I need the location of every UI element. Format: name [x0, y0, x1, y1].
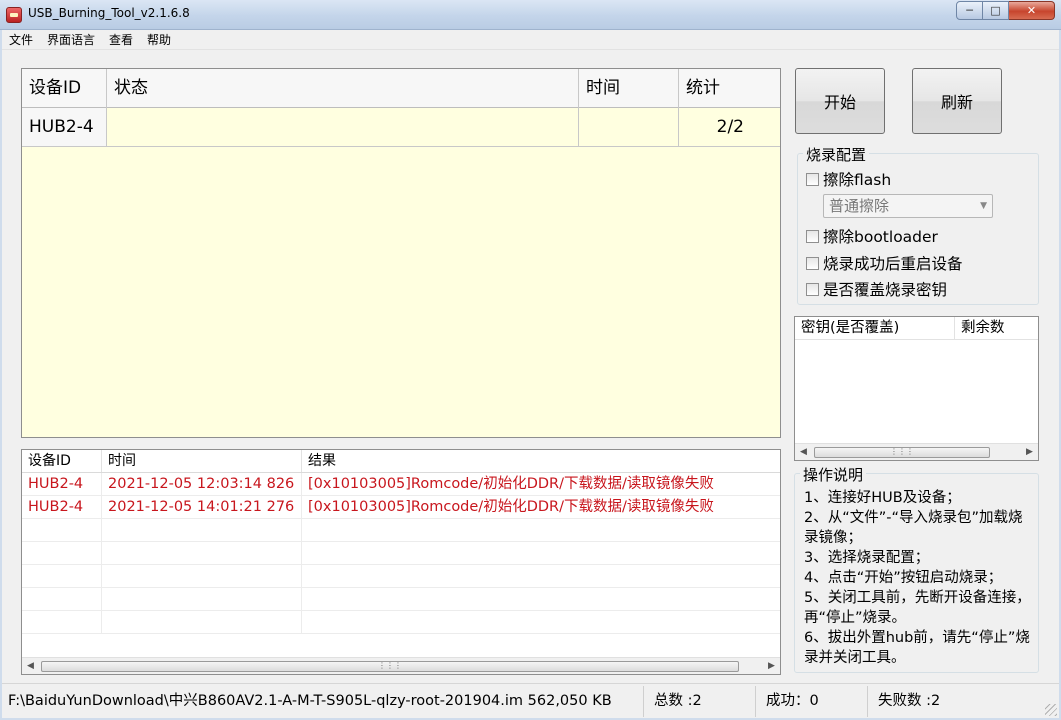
log-row[interactable]: HUB2-4 2021-12-05 14:01:21 276 [0x101030…	[22, 496, 780, 519]
column-header-status[interactable]: 状态	[107, 69, 579, 108]
erase-mode-select[interactable]: 普通擦除 ▼	[823, 194, 993, 218]
menu-language[interactable]: 界面语言	[40, 30, 102, 50]
log-row[interactable]: HUB2-4 2021-12-05 12:03:14 826 [0x101030…	[22, 473, 780, 496]
instruction-line: 5、关闭工具前，先断开设备连接，再“停止”烧录。	[804, 590, 1031, 626]
maximize-button[interactable]: □	[983, 1, 1009, 20]
reboot-after-label: 烧录成功后重启设备	[823, 255, 963, 273]
menu-bar: 文件 界面语言 查看 帮助	[2, 30, 1059, 50]
column-header-count[interactable]: 统计	[679, 69, 780, 108]
log-column-result[interactable]: 结果	[302, 450, 780, 472]
status-bar: F:\BaiduYunDownload\中兴B860AV2.1-A-M-T-S9…	[2, 683, 1059, 718]
window-controls: ─ □ ✕	[956, 1, 1055, 21]
log-list-header: 设备ID 时间 结果	[22, 450, 780, 473]
device-status-cell	[107, 108, 579, 146]
device-id-cell: HUB2-4	[22, 108, 107, 146]
device-grid-header: 设备ID 状态 时间 统计	[22, 69, 780, 108]
log-column-device-id[interactable]: 设备ID	[22, 450, 102, 472]
log-list-scrollbar[interactable]: ◀ ⋮⋮⋮ ▶	[22, 657, 780, 674]
close-icon: ✕	[1026, 4, 1037, 17]
log-device-id: HUB2-4	[22, 473, 102, 495]
erase-mode-value: 普通擦除	[829, 197, 890, 215]
menu-help[interactable]: 帮助	[140, 30, 178, 50]
reboot-after-option[interactable]: 烧录成功后重启设备	[806, 252, 963, 274]
column-header-time[interactable]: 时间	[579, 69, 679, 108]
erase-bootloader-option[interactable]: 擦除bootloader	[806, 225, 938, 247]
device-grid[interactable]: 设备ID 状态 时间 统计 HUB2-4 2/2	[21, 68, 781, 438]
scroll-right-icon[interactable]: ▶	[1021, 444, 1038, 460]
overwrite-key-checkbox[interactable]	[806, 282, 819, 296]
key-list[interactable]: 密钥(是否覆盖) 剩余数 ◀ ⋮⋮⋮ ▶	[794, 316, 1039, 461]
instructions-text: 1、连接好HUB及设备； 2、从“文件”-“导入烧录包”加载烧录镜像； 3、选择…	[804, 488, 1036, 668]
scrollbar-thumb[interactable]: ⋮⋮⋮	[41, 661, 739, 672]
status-file-path: F:\BaiduYunDownload\中兴B860AV2.1-A-M-T-S9…	[4, 686, 644, 717]
window-title: USB_Burning_Tool_v2.1.6.8	[28, 6, 190, 20]
start-button[interactable]: 开始	[795, 68, 885, 134]
log-row-empty	[22, 565, 780, 588]
log-result: [0x10103005]Romcode/初始化DDR/下载数据/读取镜像失败	[308, 499, 714, 515]
instruction-line: 6、拔出外置hub前，请先“停止”烧录并关闭工具。	[804, 630, 1030, 666]
title-bar[interactable]: USB_Burning_Tool_v2.1.6.8 ─ □ ✕	[0, 0, 1061, 30]
overwrite-key-label: 是否覆盖烧录密钥	[823, 281, 948, 299]
status-total: 总数 :2	[650, 686, 756, 717]
erase-bootloader-label: 擦除bootloader	[823, 228, 938, 246]
burn-config-group: 烧录配置 擦除flash 普通擦除 ▼ 擦除bootloader 烧录成功后重启…	[797, 144, 1039, 305]
menu-file[interactable]: 文件	[2, 30, 40, 50]
reboot-after-checkbox[interactable]	[806, 256, 819, 270]
instruction-line: 4、点击“开始”按钮启动烧录；	[804, 570, 1003, 586]
scroll-left-icon[interactable]: ◀	[795, 444, 812, 460]
instruction-line: 3、选择烧录配置；	[804, 550, 930, 566]
menu-view[interactable]: 查看	[102, 30, 140, 50]
key-list-header: 密钥(是否覆盖) 剩余数	[795, 317, 1038, 340]
log-column-time[interactable]: 时间	[102, 450, 302, 472]
device-time-cell	[579, 108, 679, 146]
log-time: 2021-12-05 14:01:21 276	[102, 496, 302, 518]
app-icon[interactable]	[6, 7, 22, 23]
minimize-button[interactable]: ─	[956, 1, 983, 20]
log-result: [0x10103005]Romcode/初始化DDR/下载数据/读取镜像失败	[308, 476, 714, 492]
close-button[interactable]: ✕	[1009, 1, 1055, 20]
erase-flash-label: 擦除flash	[823, 171, 892, 189]
device-count-cell: 2/2	[716, 117, 744, 137]
maximize-icon: □	[990, 4, 1001, 17]
log-list[interactable]: 设备ID 时间 结果 HUB2-4 2021-12-05 12:03:14 82…	[21, 449, 781, 675]
column-header-remaining[interactable]: 剩余数	[955, 317, 1038, 339]
overwrite-key-option[interactable]: 是否覆盖烧录密钥	[806, 278, 947, 300]
erase-flash-checkbox[interactable]	[806, 172, 819, 186]
column-header-key[interactable]: 密钥(是否覆盖)	[795, 317, 955, 339]
scroll-right-icon[interactable]: ▶	[763, 658, 780, 674]
minimize-icon: ─	[966, 4, 973, 17]
scrollbar-thumb[interactable]: ⋮⋮⋮	[814, 447, 990, 458]
instruction-line: 1、连接好HUB及设备；	[804, 490, 961, 506]
erase-flash-option[interactable]: 擦除flash	[806, 168, 891, 190]
status-fail: 失败数 :2	[878, 693, 941, 709]
refresh-button[interactable]: 刷新	[912, 68, 1002, 134]
status-success: 成功：0	[762, 686, 868, 717]
column-header-device-id[interactable]: 设备ID	[22, 69, 107, 108]
log-device-id: HUB2-4	[22, 496, 102, 518]
chevron-down-icon: ▼	[980, 201, 987, 211]
log-time: 2021-12-05 12:03:14 826	[102, 473, 302, 495]
instructions-title: 操作说明	[800, 464, 867, 485]
device-row[interactable]: HUB2-4 2/2	[22, 108, 780, 147]
burn-config-title: 烧录配置	[803, 144, 870, 165]
log-row-empty	[22, 611, 780, 634]
erase-bootloader-checkbox[interactable]	[806, 229, 819, 243]
log-row-empty	[22, 588, 780, 611]
scroll-left-icon[interactable]: ◀	[22, 658, 39, 674]
key-list-scrollbar[interactable]: ◀ ⋮⋮⋮ ▶	[795, 443, 1038, 460]
instructions-group: 操作说明 1、连接好HUB及设备； 2、从“文件”-“导入烧录包”加载烧录镜像；…	[794, 464, 1039, 673]
log-row-empty	[22, 519, 780, 542]
resize-grip-icon[interactable]	[1045, 704, 1057, 716]
log-row-empty	[22, 542, 780, 565]
instruction-line: 2、从“文件”-“导入烧录包”加载烧录镜像；	[804, 510, 1023, 546]
main-window: 文件 界面语言 查看 帮助 设备ID 状态 时间 统计 HUB2-4 2/2 开…	[2, 30, 1059, 718]
